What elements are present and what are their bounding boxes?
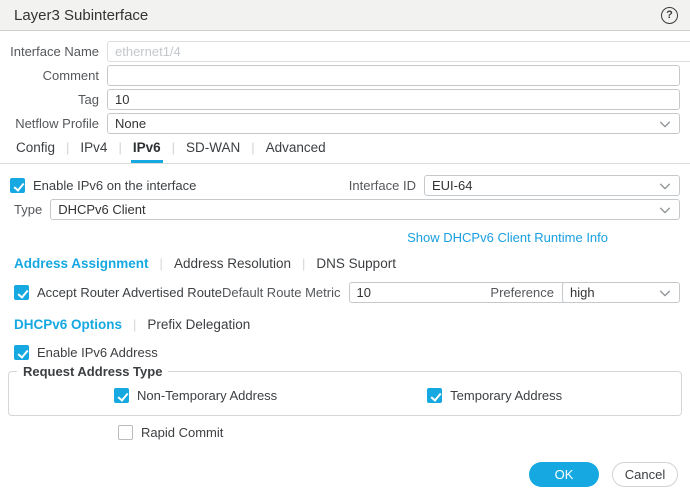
show-dhcpv6-runtime-link[interactable]: Show DHCPv6 Client Runtime Info — [407, 230, 608, 246]
dialog-title: Layer3 Subinterface — [14, 7, 661, 24]
type-value: DHCPv6 Client — [58, 202, 145, 217]
rapid-commit-checkbox[interactable] — [118, 425, 133, 440]
rapid-commit-row: Rapid Commit — [118, 425, 680, 440]
tab-config[interactable]: Config — [14, 140, 57, 163]
enable-ipv6-row: Enable IPv6 on the interface Interface I… — [10, 175, 680, 196]
tab-ipv4[interactable]: IPv4 — [78, 140, 109, 163]
section-tab-prefix-delegation[interactable]: Prefix Delegation — [147, 317, 250, 332]
enable-ipv6-address-label[interactable]: Enable IPv6 Address — [37, 345, 158, 360]
accept-router-advertised-route-checkbox[interactable] — [14, 285, 29, 300]
chevron-down-icon — [658, 286, 672, 300]
preference-select[interactable]: high — [562, 282, 680, 303]
preference-label: Preference — [490, 285, 554, 300]
enable-ipv6-checkbox-label[interactable]: Enable IPv6 on the interface — [33, 178, 196, 193]
type-select[interactable]: DHCPv6 Client — [50, 199, 680, 220]
section-tab-address-resolution[interactable]: Address Resolution — [174, 256, 291, 271]
interface-id-select[interactable]: EUI-64 — [424, 175, 680, 196]
main-tab-bar: Config | IPv4 | IPv6 | SD-WAN | Advanced — [0, 137, 690, 164]
ipv6-panel: Enable IPv6 on the interface Interface I… — [0, 164, 690, 440]
section-tab-divider: | — [302, 256, 305, 271]
section-tab-divider: | — [160, 256, 163, 271]
section-tab-dns-support[interactable]: DNS Support — [316, 256, 396, 271]
preference-value: high — [570, 285, 595, 300]
tab-divider: | — [109, 140, 130, 163]
non-temporary-address-label[interactable]: Non-Temporary Address — [137, 388, 277, 403]
chevron-down-icon — [658, 117, 672, 131]
request-address-type-legend: Request Address Type — [17, 364, 168, 379]
request-address-type-fieldset: Request Address Type Non-Temporary Addre… — [8, 364, 682, 416]
section-tab-dhcpv6-options[interactable]: DHCPv6 Options — [14, 317, 122, 332]
tag-field[interactable] — [107, 89, 680, 110]
chevron-down-icon — [658, 179, 672, 193]
temporary-address-checkbox[interactable] — [427, 388, 442, 403]
cancel-button[interactable]: Cancel — [612, 462, 678, 487]
tag-label: Tag — [10, 92, 107, 107]
section-tab-address-assignment[interactable]: Address Assignment — [14, 256, 149, 271]
netflow-profile-select[interactable]: None — [107, 113, 680, 134]
enable-ipv6-checkbox[interactable] — [10, 178, 25, 193]
address-section-tabs: Address Assignment | Address Resolution … — [10, 255, 680, 272]
dialog-footer: OK Cancel — [529, 462, 678, 487]
temporary-address-label[interactable]: Temporary Address — [450, 388, 562, 403]
non-temporary-address-checkbox[interactable] — [114, 388, 129, 403]
tab-sdwan[interactable]: SD-WAN — [184, 140, 242, 163]
tab-advanced[interactable]: Advanced — [264, 140, 328, 163]
help-icon[interactable]: ? — [661, 7, 678, 24]
dialog-header: Layer3 Subinterface ? — [0, 0, 690, 31]
route-metric-row: Accept Router Advertised Route Default R… — [10, 282, 680, 303]
general-form: Interface Name . Comment Tag Netflow Pro… — [0, 31, 690, 134]
interface-name-field — [107, 41, 690, 62]
comment-label: Comment — [10, 68, 107, 83]
interface-id-value: EUI-64 — [432, 178, 472, 193]
tag-row: Tag — [10, 89, 680, 110]
interface-id-label: Interface ID — [349, 178, 416, 193]
tab-divider: | — [163, 140, 184, 163]
default-route-metric-label: Default Route Metric — [222, 285, 341, 300]
ok-button[interactable]: OK — [529, 462, 599, 487]
comment-row: Comment — [10, 65, 680, 86]
enable-ipv6-address-row: Enable IPv6 Address — [14, 345, 680, 360]
rapid-commit-label[interactable]: Rapid Commit — [141, 425, 223, 440]
tab-ipv6[interactable]: IPv6 — [131, 140, 163, 163]
interface-name-row: Interface Name . — [10, 41, 680, 62]
chevron-down-icon — [658, 203, 672, 217]
runtime-link-row: Show DHCPv6 Client Runtime Info — [10, 230, 680, 246]
enable-ipv6-address-checkbox[interactable] — [14, 345, 29, 360]
netflow-profile-value: None — [115, 116, 146, 131]
netflow-profile-label: Netflow Profile — [10, 116, 107, 131]
section-tab-divider: | — [133, 317, 136, 332]
type-label: Type — [14, 202, 42, 217]
accept-router-advertised-route-label[interactable]: Accept Router Advertised Route — [37, 285, 222, 300]
type-row: Type DHCPv6 Client — [10, 199, 680, 220]
interface-name-label: Interface Name — [10, 44, 107, 59]
dhcpv6-section-tabs: DHCPv6 Options | Prefix Delegation — [10, 316, 680, 333]
layer3-subinterface-dialog: Layer3 Subinterface ? Interface Name . C… — [0, 0, 690, 498]
tab-divider: | — [242, 140, 263, 163]
netflow-profile-row: Netflow Profile None — [10, 113, 680, 134]
tab-divider: | — [57, 140, 78, 163]
comment-field[interactable] — [107, 65, 680, 86]
